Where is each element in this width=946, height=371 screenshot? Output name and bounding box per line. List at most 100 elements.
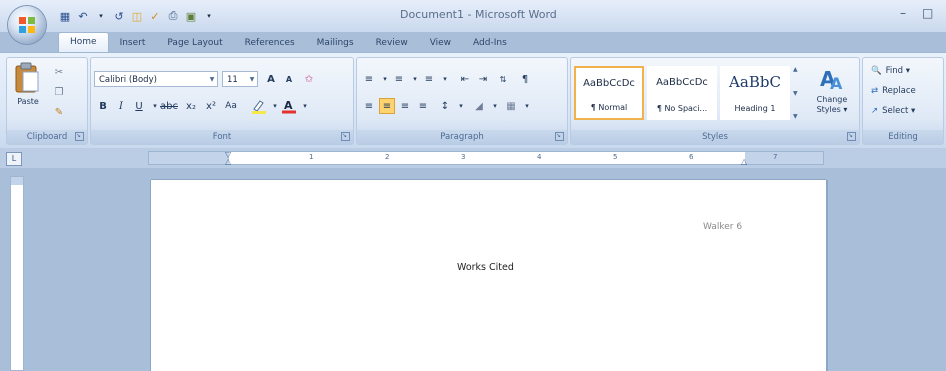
editing-group-label: Editing: [863, 130, 943, 144]
align-right-icon[interactable]: ≡: [397, 98, 413, 114]
styles-group: AaBbCcDc ¶ Normal AaBbCcDc ¶ No Spaci...…: [570, 57, 860, 145]
paste-icon: [15, 62, 39, 93]
format-painter-icon[interactable]: ✎: [51, 104, 67, 120]
svg-text:A: A: [284, 99, 293, 112]
paragraph-launcher-icon[interactable]: ↘: [555, 132, 564, 141]
font-name-combo[interactable]: Calibri (Body) ▼: [94, 71, 218, 87]
tab-page-layout[interactable]: Page Layout: [156, 34, 233, 52]
change-styles-button[interactable]: A A Change Styles ▾: [809, 64, 855, 124]
borders-dropdown-icon[interactable]: ▾: [519, 98, 535, 114]
copy-icon[interactable]: ❐: [51, 84, 67, 100]
styles-scroll-up-icon[interactable]: ▲: [793, 66, 803, 73]
document-page[interactable]: Walker 6 Works Cited: [151, 180, 826, 371]
numbering-icon[interactable]: ≡: [391, 71, 407, 87]
tab-review[interactable]: Review: [365, 34, 419, 52]
print-icon[interactable]: ⎙: [166, 9, 180, 23]
horizontal-ruler[interactable]: ▽ △ △ 1 2 3 4 5 6 7: [148, 150, 824, 166]
undo-dropdown-icon[interactable]: ▾: [94, 9, 108, 23]
show-hide-marks-icon[interactable]: ¶: [517, 71, 533, 87]
tab-home[interactable]: Home: [58, 32, 109, 52]
sort-icon[interactable]: ⇅: [495, 71, 511, 87]
replace-button[interactable]: ⇄ Replace: [871, 86, 916, 96]
spelling-icon[interactable]: ✓: [148, 9, 162, 23]
shading-icon[interactable]: ◢: [471, 98, 487, 114]
justify-icon[interactable]: ≡: [415, 98, 431, 114]
style-normal[interactable]: AaBbCcDc ¶ Normal: [574, 66, 644, 120]
select-button[interactable]: ↗ Select ▾: [871, 106, 915, 116]
styles-scroll: ▲ ▼ ▼: [793, 66, 803, 120]
ruler-number: 7: [773, 153, 778, 161]
page-header-text[interactable]: Walker 6: [703, 222, 742, 232]
insert-picture-icon[interactable]: ▣: [184, 9, 198, 23]
align-left-icon[interactable]: ≡: [361, 98, 377, 114]
align-center-icon[interactable]: ≡: [379, 98, 395, 114]
font-size-combo[interactable]: 11 ▼: [222, 71, 258, 87]
customize-qat-icon[interactable]: ▾: [202, 9, 216, 23]
style-no-spacing[interactable]: AaBbCcDc ¶ No Spaci...: [647, 66, 717, 120]
borders-icon[interactable]: ▦: [503, 98, 519, 114]
styles-launcher-icon[interactable]: ↘: [847, 132, 856, 141]
bullets-icon[interactable]: ≡: [361, 71, 377, 87]
undo-icon[interactable]: ↶: [76, 9, 90, 23]
multilevel-list-icon[interactable]: ≡: [421, 71, 437, 87]
underline-button[interactable]: U: [131, 98, 147, 114]
style-heading-1[interactable]: AaBbC Heading 1: [720, 66, 790, 120]
bold-button[interactable]: B: [95, 98, 111, 114]
tab-view[interactable]: View: [419, 34, 462, 52]
shading-dropdown-icon[interactable]: ▾: [487, 98, 503, 114]
change-styles-icon: A A: [820, 67, 843, 93]
ruler-right-margin: [745, 152, 823, 164]
line-spacing-dropdown-icon[interactable]: ▾: [453, 98, 469, 114]
window-title: Document1 - Microsoft Word: [400, 8, 557, 21]
select-icon: ↗: [871, 106, 879, 116]
open-folder-icon[interactable]: ◫: [130, 9, 144, 23]
style-normal-sample: AaBbCcDc: [583, 78, 635, 89]
maximize-icon[interactable]: □: [922, 6, 933, 20]
grow-font-button[interactable]: A: [263, 71, 279, 87]
font-size-dropdown-icon[interactable]: ▼: [247, 72, 257, 86]
tab-add-ins[interactable]: Add-Ins: [462, 34, 518, 52]
shrink-font-button[interactable]: A: [281, 71, 297, 87]
change-styles-label: Change Styles ▾: [816, 95, 848, 114]
styles-scroll-down-icon[interactable]: ▼: [793, 90, 803, 97]
multilevel-dropdown-icon[interactable]: ▾: [437, 71, 453, 87]
hanging-indent-marker[interactable]: △: [225, 157, 231, 166]
find-button[interactable]: 🔍 Find ▾: [871, 66, 910, 76]
superscript-icon[interactable]: x²: [203, 98, 219, 114]
find-label: Find ▾: [885, 66, 910, 76]
subscript-icon[interactable]: x₂: [183, 98, 199, 114]
font-name-dropdown-icon[interactable]: ▼: [207, 72, 217, 86]
style-no-spacing-name: ¶ No Spaci...: [656, 104, 708, 113]
clipboard-launcher-icon[interactable]: ↘: [75, 132, 84, 141]
tab-selector-button[interactable]: L: [6, 152, 22, 166]
save-icon[interactable]: ▦: [58, 9, 72, 23]
office-button[interactable]: [8, 6, 46, 44]
font-color-icon[interactable]: A: [281, 98, 297, 114]
redo-icon[interactable]: ↺: [112, 9, 126, 23]
tab-insert[interactable]: Insert: [109, 34, 157, 52]
styles-more-icon[interactable]: ▼: [793, 113, 803, 120]
text-highlight-icon[interactable]: [251, 98, 267, 114]
tab-references[interactable]: References: [234, 34, 306, 52]
style-heading-1-name: Heading 1: [734, 104, 776, 113]
works-cited-heading[interactable]: Works Cited: [457, 262, 514, 273]
font-color-dropdown-icon[interactable]: ▾: [297, 98, 313, 114]
vertical-ruler[interactable]: [10, 176, 24, 371]
increase-indent-icon[interactable]: ⇥: [475, 71, 491, 87]
strikethrough-icon[interactable]: abc: [160, 98, 178, 114]
cut-icon[interactable]: ✂: [51, 64, 67, 80]
select-label: Select ▾: [882, 106, 916, 116]
tab-mailings[interactable]: Mailings: [306, 34, 365, 52]
minimize-icon[interactable]: –: [900, 6, 906, 20]
change-case-button[interactable]: Aa: [223, 98, 239, 114]
decrease-indent-icon[interactable]: ⇤: [457, 71, 473, 87]
editing-group: 🔍 Find ▾ ⇄ Replace ↗ Select ▾ Editing: [862, 57, 944, 145]
right-indent-marker[interactable]: △: [741, 157, 747, 166]
clear-formatting-icon[interactable]: ✩: [301, 71, 317, 87]
font-launcher-icon[interactable]: ↘: [341, 132, 350, 141]
paste-button[interactable]: Paste: [13, 62, 43, 124]
svg-text:A: A: [830, 74, 843, 92]
ribbon: Paste ✂ ❐ ✎ Clipboard ↘ Calibri (Body) ▼…: [0, 52, 946, 149]
italic-button[interactable]: I: [113, 98, 129, 114]
line-spacing-icon[interactable]: ↕: [437, 98, 453, 114]
